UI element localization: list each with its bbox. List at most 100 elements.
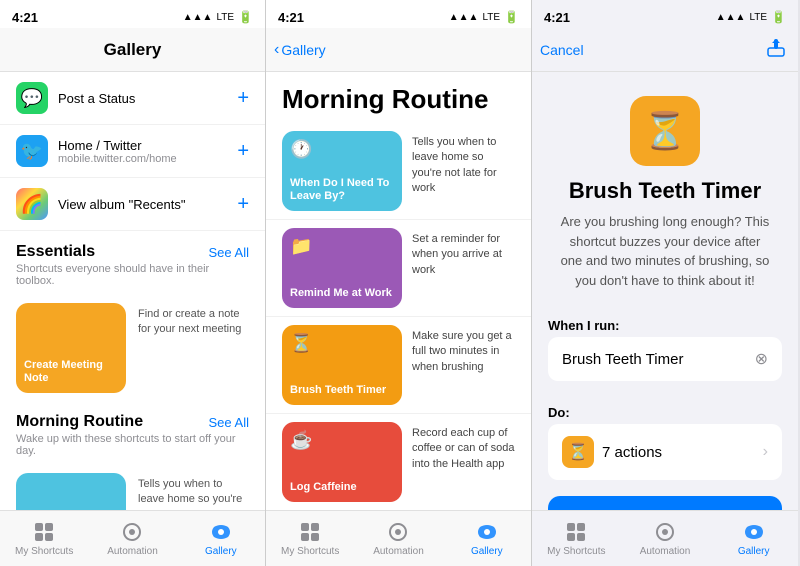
action-icon-twitter: 🐦 — [16, 135, 48, 167]
twitter-icon: 🐦 — [21, 141, 43, 162]
app-icon-3: ⏳ — [630, 96, 700, 166]
routine-card-icon-2: ⏳ — [290, 333, 312, 354]
automation-icon-1 — [120, 520, 144, 544]
action-row-twitter[interactable]: 🐦 Home / Twitter mobile.twitter.com/home… — [0, 125, 265, 178]
essentials-card-desc: Find or create a note for your next meet… — [138, 303, 249, 338]
essentials-see-all[interactable]: See All — [209, 245, 249, 260]
routine-card-icon-1: 📁 — [290, 236, 312, 257]
back-label-2: Gallery — [281, 42, 325, 58]
routine-item-0[interactable]: 🕐 When Do I Need To Leave By? Tells you … — [266, 123, 531, 220]
status-icons-1: ▲▲▲ LTE 🔋 — [183, 10, 253, 24]
my-shortcuts-icon-3 — [564, 520, 588, 544]
whatsapp-icon: 💬 — [21, 88, 43, 109]
network-icon-1: LTE — [216, 12, 234, 23]
status-icons-2: ▲▲▲ LTE 🔋 — [449, 10, 519, 24]
routine-item-2[interactable]: ⏳ Brush Teeth Timer Make sure you get a … — [266, 317, 531, 414]
cancel-label-3: Cancel — [540, 42, 584, 58]
tab-label-gallery-1: Gallery — [205, 546, 237, 557]
tab-automation-2[interactable]: Automation — [354, 520, 442, 557]
tab-gallery-2[interactable]: Gallery — [443, 520, 531, 557]
morning-card[interactable]: When Do I Need To Leave By? — [16, 473, 126, 510]
tab-gallery-3[interactable]: Gallery — [709, 520, 798, 557]
action-text-twitter: Home / Twitter mobile.twitter.com/home — [58, 138, 237, 165]
tab-bar-3: My Shortcuts Automation Gallery — [532, 510, 798, 566]
back-button-2[interactable]: ‹ Gallery — [274, 41, 326, 59]
signal-icon-1: ▲▲▲ — [183, 12, 213, 23]
hourglass-small-icon-3: ⏳ — [568, 442, 588, 462]
add-icon-status[interactable]: + — [237, 87, 249, 110]
action-text-status: Post a Status — [58, 91, 237, 106]
routine-card-0: 🕐 When Do I Need To Leave By? — [282, 131, 402, 211]
tab-label-my-shortcuts-3: My Shortcuts — [547, 546, 605, 557]
signal-icon-3: ▲▲▲ — [716, 12, 746, 23]
routine-item-3[interactable]: ☕ Log Caffeine Record each cup of coffee… — [266, 414, 531, 510]
essentials-card[interactable]: Create Meeting Note — [16, 303, 126, 393]
phone1: 4:21 ▲▲▲ LTE 🔋 Gallery 💬 Post a Status +… — [0, 0, 266, 566]
tab-my-shortcuts-3[interactable]: My Shortcuts — [532, 520, 621, 557]
action-icon-photos: 🌈 — [16, 188, 48, 220]
automation-icon-2 — [386, 520, 410, 544]
action-title-status: Post a Status — [58, 91, 237, 106]
essentials-header: Essentials See All — [0, 231, 265, 263]
routine-item-desc-1: Set a reminder for when you arrive at wo… — [412, 228, 515, 278]
add-icon-photos[interactable]: + — [237, 193, 249, 216]
status-bar-2: 4:21 ▲▲▲ LTE 🔋 — [266, 0, 531, 28]
when-i-run-label-3: When I run: — [532, 306, 798, 337]
detail-content-3: ⏳ Brush Teeth Timer Are you brushing lon… — [532, 72, 798, 510]
tab-label-automation-3: Automation — [640, 546, 691, 557]
nav-title-1: Gallery — [104, 40, 162, 60]
my-shortcuts-icon-1 — [32, 520, 56, 544]
routine-card-icon-0: 🕐 — [290, 139, 312, 160]
routine-card-label-1: Remind Me at Work — [290, 287, 392, 300]
tab-automation-3[interactable]: Automation — [621, 520, 710, 557]
action-row-photos[interactable]: 🌈 View album "Recents" + — [0, 178, 265, 231]
routine-item-desc-3: Record each cup of coffee or can of soda… — [412, 422, 515, 472]
nav-bar-2: ‹ Gallery — [266, 28, 531, 72]
gallery-icon-3 — [742, 520, 766, 544]
add-icon-twitter[interactable]: + — [237, 140, 249, 163]
actions-icon-3: ⏳ — [562, 436, 594, 468]
tab-my-shortcuts-2[interactable]: My Shortcuts — [266, 520, 354, 557]
essentials-card-label: Create Meeting Note — [24, 359, 118, 385]
tab-gallery-1[interactable]: Gallery — [177, 520, 265, 557]
gallery-icon-2 — [475, 520, 499, 544]
action-row-status[interactable]: 💬 Post a Status + — [0, 72, 265, 125]
tab-label-gallery-2: Gallery — [471, 546, 503, 557]
morning-routine-page-title: Morning Routine — [266, 72, 531, 123]
routine-item-desc-0: Tells you when to leave home so you're n… — [412, 131, 515, 197]
action-subtitle-twitter: mobile.twitter.com/home — [58, 153, 237, 165]
add-shortcut-button-3[interactable]: Add Shortcut — [548, 496, 782, 510]
tab-label-automation-1: Automation — [107, 546, 158, 557]
do-label-3: Do: — [532, 393, 798, 424]
hourglass-icon-3: ⏳ — [643, 110, 688, 152]
field-value-3: Brush Teeth Timer — [562, 351, 683, 368]
nav-bar-3: Cancel — [532, 28, 798, 72]
battery-icon-2: 🔋 — [504, 10, 519, 24]
tab-bar-2: My Shortcuts Automation Gallery — [266, 510, 531, 566]
tab-label-automation-2: Automation — [373, 546, 424, 557]
actions-row-3[interactable]: ⏳ 7 actions › — [548, 424, 782, 480]
back-chevron-2: ‹ — [274, 41, 279, 59]
tab-automation-1[interactable]: Automation — [88, 520, 176, 557]
status-bar-1: 4:21 ▲▲▲ LTE 🔋 — [0, 0, 265, 28]
automation-icon-3 — [653, 520, 677, 544]
share-button-3[interactable] — [766, 38, 786, 61]
morning-card-desc: Tells you when to leave home so you're n… — [138, 473, 249, 510]
routine-item-1[interactable]: 📁 Remind Me at Work Set a reminder for w… — [266, 220, 531, 317]
cancel-button-3[interactable]: Cancel — [540, 42, 584, 58]
clear-icon-3[interactable]: ⊗ — [755, 349, 768, 369]
battery-icon-3: 🔋 — [771, 10, 786, 24]
routine-card-label-0: When Do I Need To Leave By? — [290, 177, 394, 203]
network-label-3: LTE — [749, 12, 767, 23]
status-time-2: 4:21 — [278, 10, 304, 25]
content-1: 💬 Post a Status + 🐦 Home / Twitter mobil… — [0, 72, 265, 510]
morning-card-container: When Do I Need To Leave By? Tells you wh… — [0, 465, 265, 510]
routine-card-2: ⏳ Brush Teeth Timer — [282, 325, 402, 405]
morning-title: Morning Routine — [16, 413, 143, 431]
morning-see-all[interactable]: See All — [209, 415, 249, 430]
routine-item-desc-2: Make sure you get a full two minutes in … — [412, 325, 515, 375]
status-time-1: 4:21 — [12, 10, 38, 25]
routine-card-3: ☕ Log Caffeine — [282, 422, 402, 502]
when-i-run-field-3[interactable]: Brush Teeth Timer ⊗ — [548, 337, 782, 381]
tab-my-shortcuts-1[interactable]: My Shortcuts — [0, 520, 88, 557]
